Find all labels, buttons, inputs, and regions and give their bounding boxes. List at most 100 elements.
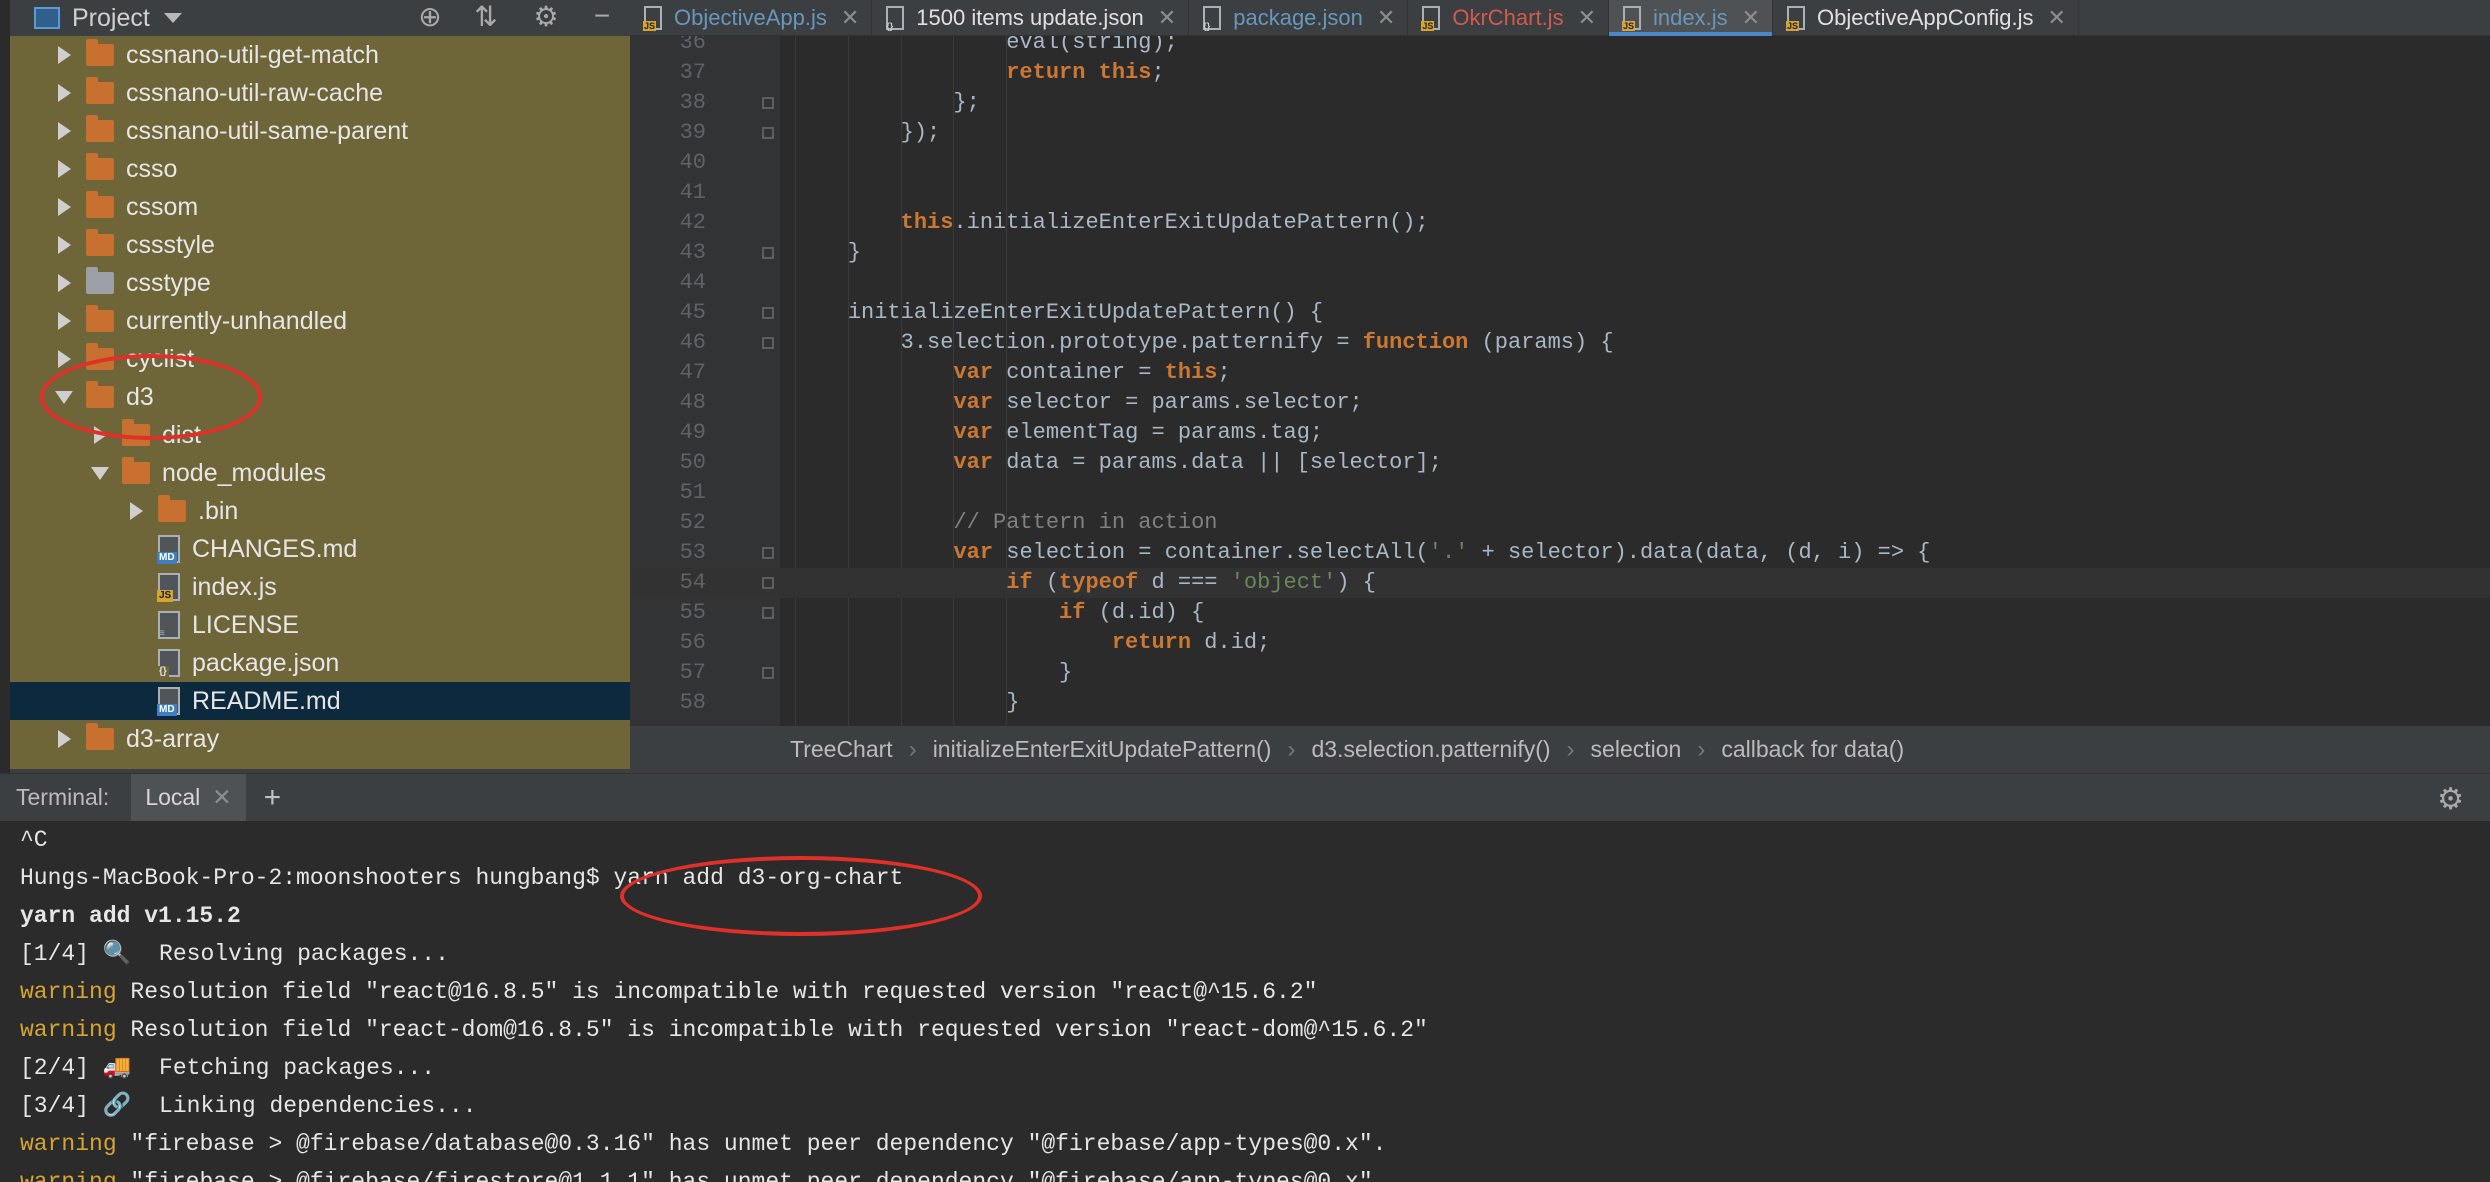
tree-item[interactable]: cssstyle — [10, 226, 630, 264]
code-line[interactable]: 37 return this; — [630, 58, 2490, 88]
tree-item[interactable]: csstype — [10, 264, 630, 302]
code-line[interactable]: 43 } — [630, 238, 2490, 268]
code-line[interactable]: 56 return d.id; — [630, 628, 2490, 658]
expand-arrow-icon[interactable] — [50, 302, 78, 340]
code-line[interactable]: 57 } — [630, 658, 2490, 688]
tree-item[interactable]: node_modules — [10, 454, 630, 492]
fold-marker-icon[interactable] — [762, 307, 774, 319]
editor-tab[interactable]: JS OkrChart.js ✕ — [1408, 0, 1610, 36]
fold-marker-icon[interactable] — [762, 247, 774, 259]
line-number: 43 — [679, 240, 706, 265]
line-number: 41 — [679, 180, 706, 205]
code-line[interactable]: 58 } — [630, 688, 2490, 718]
code-line[interactable]: 51 — [630, 478, 2490, 508]
close-icon[interactable]: ✕ — [2048, 5, 2066, 31]
expand-arrow-icon[interactable] — [50, 112, 78, 150]
chevron-down-icon[interactable] — [163, 13, 182, 23]
code-line[interactable]: 41 — [630, 178, 2490, 208]
code-editor[interactable]: 36 eval(string); 37 return this; 38 }; 39 }… — [630, 36, 2490, 726]
tree-item-label: package.json — [192, 648, 340, 677]
close-icon[interactable]: ✕ — [1377, 5, 1395, 31]
code-line[interactable]: 42 this.initializeEnterExitUpdatePattern… — [630, 208, 2490, 238]
editor-tab[interactable]: JS ObjectiveAppConfig.js ✕ — [1773, 0, 2079, 36]
fold-marker-icon[interactable] — [762, 127, 774, 139]
terminal-output[interactable]: ^C Hungs-MacBook-Pro-2:moonshooters hungb… — [0, 821, 2490, 1182]
editor-tab[interactable]: {} package.json ✕ — [1189, 0, 1409, 36]
code-line[interactable]: 45 initializeEnterExitUpdatePattern() { — [630, 298, 2490, 328]
breadcrumb-item[interactable]: selection — [1591, 736, 1682, 763]
fold-marker-icon[interactable] — [762, 547, 774, 559]
expand-arrow-icon[interactable] — [122, 682, 150, 720]
code-line[interactable]: 44 — [630, 268, 2490, 298]
tree-item[interactable]: d3-array — [10, 720, 630, 758]
expand-arrow-icon[interactable] — [50, 188, 78, 226]
hide-icon[interactable]: − — [584, 0, 620, 32]
terminal-line-text: "firebase > @firebase/database@0.3.16" h… — [116, 1131, 1387, 1157]
expand-arrow-icon[interactable] — [122, 644, 150, 682]
tree-item[interactable]: MD CHANGES.md — [10, 530, 630, 568]
expand-arrow-icon[interactable] — [50, 36, 78, 74]
code-line[interactable]: 55 if (d.id) { — [630, 598, 2490, 628]
expand-arrow-icon[interactable] — [50, 74, 78, 112]
gear-icon[interactable]: ⚙ — [528, 0, 564, 32]
editor-tab[interactable]: JS ObjectiveApp.js ✕ — [630, 0, 873, 36]
tree-item[interactable]: currently-unhandled — [10, 302, 630, 340]
collapse-all-icon[interactable]: ⇅ — [468, 0, 504, 32]
fold-marker-icon[interactable] — [762, 97, 774, 109]
expand-arrow-icon[interactable] — [50, 226, 78, 264]
breadcrumb-item[interactable]: callback for data() — [1721, 736, 1904, 763]
expand-arrow-icon[interactable] — [50, 150, 78, 188]
new-terminal-button[interactable]: + — [264, 781, 282, 815]
tree-item[interactable]: cssnano-util-same-parent — [10, 112, 630, 150]
code-line[interactable]: 39 }); — [630, 118, 2490, 148]
tree-item[interactable]: cssom — [10, 188, 630, 226]
tree-item[interactable]: csso — [10, 150, 630, 188]
code-line[interactable]: 36 eval(string); — [630, 36, 2490, 58]
locate-icon[interactable]: ⊕ — [412, 0, 448, 32]
code-line[interactable]: 38 }; — [630, 88, 2490, 118]
breadcrumb-item[interactable]: d3.selection.patternify() — [1311, 736, 1550, 763]
code-line[interactable]: 54 if (typeof d === 'object') { — [630, 568, 2490, 598]
expand-arrow-icon[interactable] — [50, 720, 78, 758]
tree-item[interactable]: {} package.json — [10, 644, 630, 682]
expand-arrow-icon[interactable] — [122, 606, 150, 644]
expand-arrow-icon[interactable] — [122, 568, 150, 606]
fold-marker-icon[interactable] — [762, 607, 774, 619]
fold-marker-icon[interactable] — [762, 577, 774, 589]
editor-tab[interactable]: JS index.js ✕ — [1609, 0, 1774, 36]
code-line[interactable]: 49 var elementTag = params.tag; — [630, 418, 2490, 448]
tree-item[interactable]: JS index.js — [10, 568, 630, 606]
tree-item[interactable]: ≡ LICENSE — [10, 606, 630, 644]
close-icon[interactable]: ✕ — [212, 784, 231, 811]
terminal-tab-local[interactable]: Local ✕ — [131, 773, 246, 822]
breadcrumb-item[interactable]: TreeChart — [790, 736, 893, 763]
fold-marker-icon[interactable] — [762, 667, 774, 679]
code-line[interactable]: 53 var selection = container.selectAll('… — [630, 538, 2490, 568]
close-icon[interactable]: ✕ — [841, 5, 859, 31]
expand-arrow-icon[interactable] — [122, 530, 150, 568]
project-title[interactable]: Project — [72, 4, 150, 33]
expand-arrow-icon[interactable] — [50, 264, 78, 302]
tree-item[interactable]: cssnano-util-get-match — [10, 36, 630, 74]
tree-item[interactable]: MD README.md — [10, 682, 630, 720]
tree-item[interactable]: cssnano-util-raw-cache — [10, 74, 630, 112]
code-line[interactable]: 40 — [630, 148, 2490, 178]
close-icon[interactable]: ✕ — [1578, 5, 1596, 31]
terminal-tab-label: Local — [145, 784, 201, 810]
expand-arrow-icon[interactable] — [86, 454, 114, 492]
close-icon[interactable]: ✕ — [1742, 5, 1760, 31]
expand-arrow-icon[interactable] — [122, 492, 150, 530]
close-icon[interactable]: ✕ — [1158, 5, 1176, 31]
gear-icon[interactable]: ⚙ — [2437, 782, 2464, 817]
breadcrumb-item[interactable]: initializeEnterExitUpdatePattern() — [933, 736, 1272, 763]
fold-marker-icon[interactable] — [762, 337, 774, 349]
code-line[interactable]: 50 var data = params.data || [selector]; — [630, 448, 2490, 478]
tree-item-label: LICENSE — [192, 610, 299, 639]
code-line[interactable]: 48 var selector = params.selector; — [630, 388, 2490, 418]
code-line[interactable]: 47 var container = this; — [630, 358, 2490, 388]
editor-tab[interactable]: {} 1500 items update.json ✕ — [872, 0, 1190, 36]
tree-item[interactable]: .bin — [10, 492, 630, 530]
code-line[interactable]: 52 // Pattern in action — [630, 508, 2490, 538]
terminal-line-text: "firebase > @firebase/firestore@1.1.1" h… — [116, 1169, 1387, 1182]
code-line[interactable]: 46 3.selection.prototype.patternify = fu… — [630, 328, 2490, 358]
